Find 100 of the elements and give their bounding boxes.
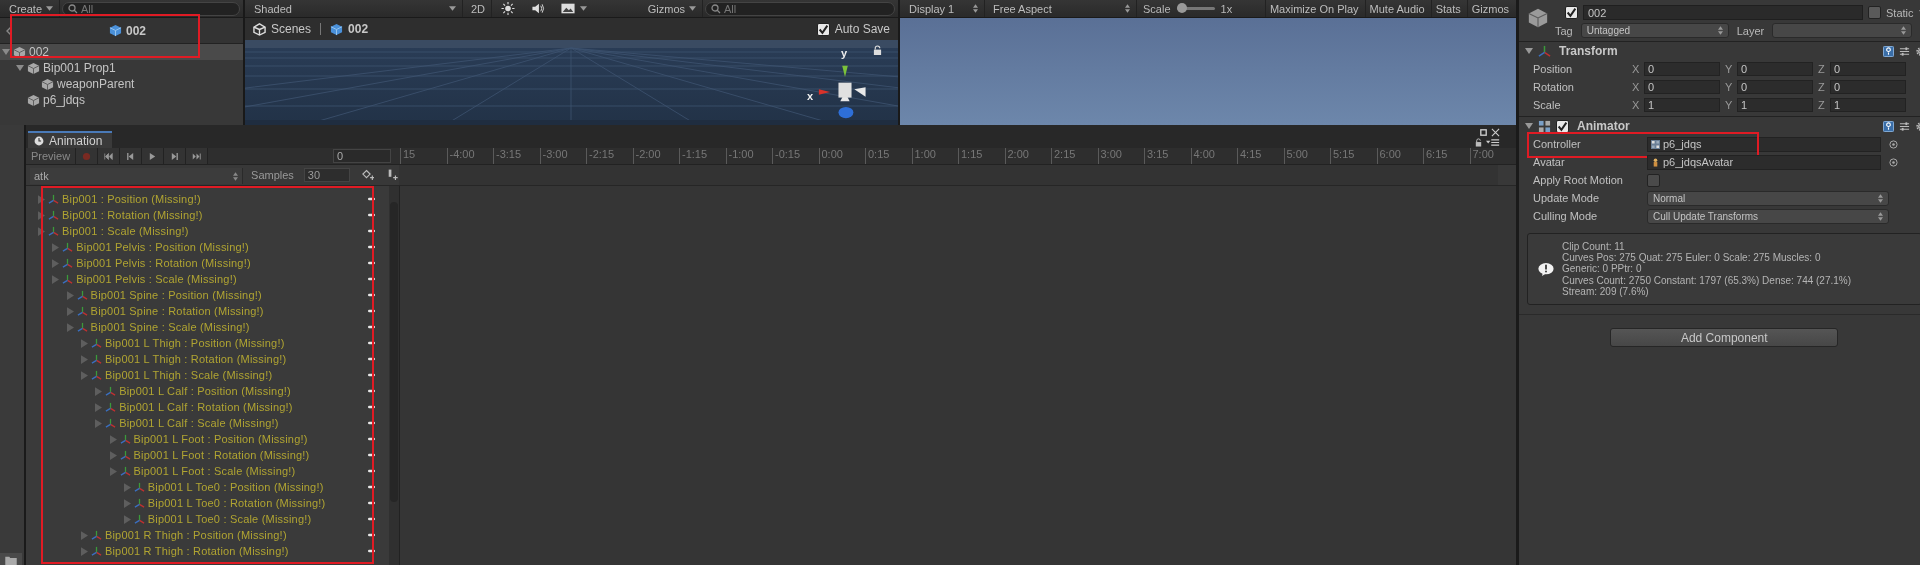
number-field[interactable]: 1 xyxy=(1830,98,1906,112)
minus-icon[interactable] xyxy=(368,485,375,489)
2d-toggle[interactable]: 2D xyxy=(465,0,493,17)
toolbar-toggle[interactable]: Stats xyxy=(1430,0,1465,17)
add-event-icon[interactable] xyxy=(386,169,399,181)
minus-icon[interactable] xyxy=(368,549,375,553)
number-field[interactable]: 0 xyxy=(1644,80,1720,94)
close-icon[interactable] xyxy=(1491,128,1500,137)
property-label[interactable]: Bip001 L Calf : Rotation (Missing!) xyxy=(119,401,293,413)
display-dropdown[interactable]: Display 1 xyxy=(903,0,985,17)
property-label[interactable]: Bip001 L Foot : Scale (Missing!) xyxy=(133,465,296,477)
minus-icon[interactable] xyxy=(368,533,375,537)
expand-arrow-icon[interactable] xyxy=(1525,122,1533,130)
preview-toggle[interactable]: Preview xyxy=(26,148,77,164)
previous-key-button[interactable] xyxy=(120,148,143,164)
minus-icon[interactable] xyxy=(368,373,375,377)
minus-icon[interactable] xyxy=(368,245,375,249)
property-label[interactable]: Bip001 Pelvis : Position (Missing!) xyxy=(76,241,249,253)
play-button[interactable] xyxy=(142,148,165,164)
dropdown[interactable]: Cull Update Transforms xyxy=(1647,208,1889,224)
property-label[interactable]: Bip001 Spine : Scale (Missing!) xyxy=(90,321,250,333)
gizmos-dropdown[interactable]: Gizmos xyxy=(641,0,703,17)
maximize-icon[interactable] xyxy=(1479,128,1488,137)
object-field[interactable]: p6_jdqsAvatar xyxy=(1647,154,1881,170)
property-label[interactable]: Bip001 L Thigh : Position (Missing!) xyxy=(104,337,285,349)
expand-arrow-icon[interactable] xyxy=(16,64,24,72)
frame-field[interactable]: 0 xyxy=(333,149,391,163)
minus-icon[interactable] xyxy=(368,501,375,505)
search-field[interactable]: All xyxy=(705,1,895,16)
number-field[interactable]: 0 xyxy=(1644,62,1720,76)
minus-icon[interactable] xyxy=(368,261,375,265)
property-label[interactable]: Bip001 R Thigh : Rotation (Missing!) xyxy=(104,545,289,557)
minus-icon[interactable] xyxy=(368,469,375,473)
property-label[interactable]: Bip001 L Calf : Scale (Missing!) xyxy=(119,417,279,429)
breadcrumb-link[interactable]: Scenes xyxy=(271,22,312,36)
property-label[interactable]: Bip001 L Thigh : Scale (Missing!) xyxy=(104,369,273,381)
samples-field[interactable]: 30 xyxy=(303,168,350,182)
clip-dropdown[interactable]: atk xyxy=(30,168,244,184)
checkbox[interactable] xyxy=(816,22,830,36)
property-label[interactable]: Bip001 L Toe0 : Position (Missing!) xyxy=(147,481,324,493)
hierarchy-item[interactable]: Bip001 Prop1 xyxy=(0,60,243,76)
property-label[interactable]: Bip001 L Toe0 : Rotation (Missing!) xyxy=(147,497,326,509)
search-field[interactable]: All xyxy=(62,1,240,16)
minus-icon[interactable] xyxy=(368,325,375,329)
property-label[interactable]: Bip001 : Position (Missing!) xyxy=(62,193,201,205)
minus-icon[interactable] xyxy=(368,213,375,217)
toolbar-toggle[interactable]: Maximize On Play xyxy=(1264,0,1363,17)
number-field[interactable]: 0 xyxy=(1737,80,1813,94)
number-field[interactable]: 1 xyxy=(1644,98,1720,112)
minus-icon[interactable] xyxy=(368,357,375,361)
dropdown[interactable]: Normal xyxy=(1647,190,1889,206)
hierarchy-item[interactable]: p6_jdqs xyxy=(0,92,243,108)
minus-icon[interactable] xyxy=(368,517,375,521)
property-label[interactable]: Bip001 L Foot : Position (Missing!) xyxy=(133,433,308,445)
number-field[interactable]: 1 xyxy=(1737,98,1813,112)
aspect-dropdown[interactable]: Free Aspect xyxy=(987,0,1137,17)
tag-dropdown[interactable]: Untagged xyxy=(1580,23,1729,38)
minus-icon[interactable] xyxy=(368,405,375,409)
minus-icon[interactable] xyxy=(368,309,375,313)
shading-dropdown[interactable]: Shaded xyxy=(248,0,463,17)
property-label[interactable]: Bip001 Spine : Rotation (Missing!) xyxy=(90,305,264,317)
first-key-button[interactable] xyxy=(98,148,121,164)
speaker-icon[interactable] xyxy=(531,2,546,15)
sliders-icon[interactable] xyxy=(1898,120,1910,132)
scrollbar[interactable] xyxy=(389,186,399,565)
property-label[interactable]: Bip001 Pelvis : Rotation (Missing!) xyxy=(76,257,251,269)
animation-tab[interactable]: Animation xyxy=(28,131,113,148)
toolbar-toggle[interactable]: Mute Audio xyxy=(1364,0,1429,17)
property-label[interactable]: Bip001 R Thigh : Position (Missing!) xyxy=(104,529,287,541)
back-icon[interactable] xyxy=(6,25,12,36)
add-component-button[interactable]: Add Component xyxy=(1610,328,1839,347)
lock-icon[interactable] xyxy=(873,45,882,56)
property-label[interactable]: Bip001 L Calf : Position (Missing!) xyxy=(119,385,291,397)
minus-icon[interactable] xyxy=(368,453,375,457)
help-icon[interactable] xyxy=(1882,45,1894,57)
number-field[interactable]: 0 xyxy=(1830,80,1906,94)
number-field[interactable]: 0 xyxy=(1830,62,1906,76)
checkbox[interactable] xyxy=(1868,6,1881,19)
minus-icon[interactable] xyxy=(368,389,375,393)
caret-icon[interactable] xyxy=(580,6,588,11)
help-icon[interactable] xyxy=(1882,120,1894,132)
property-label[interactable]: Bip001 : Rotation (Missing!) xyxy=(62,209,203,221)
hierarchy-item[interactable]: weaponParent xyxy=(0,76,243,92)
next-key-button[interactable] xyxy=(164,148,187,164)
minus-icon[interactable] xyxy=(368,229,375,233)
property-label[interactable]: Bip001 Pelvis : Scale (Missing!) xyxy=(76,273,237,285)
minus-icon[interactable] xyxy=(368,293,375,297)
minus-icon[interactable] xyxy=(368,437,375,441)
property-label[interactable]: Bip001 L Thigh : Rotation (Missing!) xyxy=(104,353,287,365)
property-label[interactable]: Bip001 L Toe0 : Scale (Missing!) xyxy=(147,513,312,525)
checkbox[interactable] xyxy=(1647,173,1660,187)
last-key-button[interactable] xyxy=(186,148,209,164)
object-field[interactable]: p6_jdqs xyxy=(1647,136,1881,152)
toolbar-toggle[interactable]: Gizmos xyxy=(1466,0,1513,17)
name-field[interactable]: 002 xyxy=(1583,5,1863,20)
project-tab[interactable] xyxy=(0,553,22,565)
lock-icon[interactable] xyxy=(1474,138,1483,147)
minus-icon[interactable] xyxy=(368,277,375,281)
property-label[interactable]: Bip001 : Scale (Missing!) xyxy=(62,225,189,237)
sun-icon[interactable] xyxy=(501,2,516,15)
